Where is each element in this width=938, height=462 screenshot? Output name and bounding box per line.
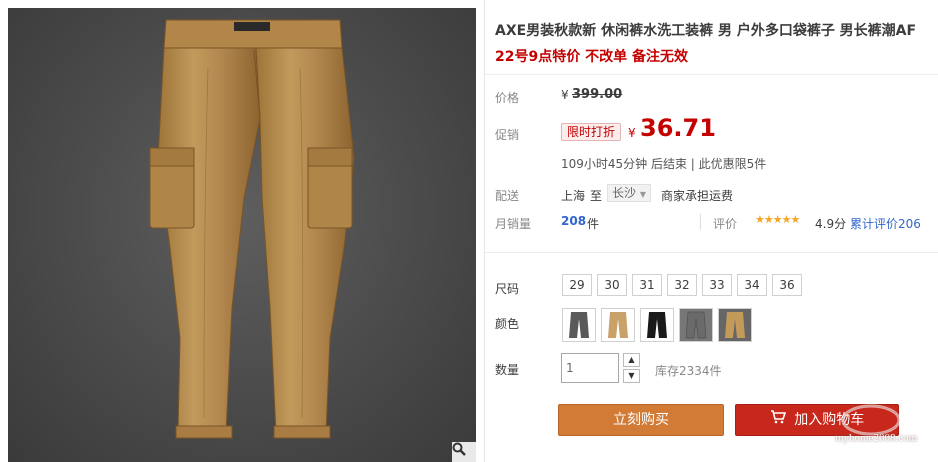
- pants-thumbnail-icon: [569, 312, 589, 338]
- promo-tag: 限时打折: [561, 123, 622, 141]
- destination-value: 长沙: [612, 186, 637, 200]
- price-label: 价格: [495, 91, 520, 105]
- size-option-30[interactable]: 30: [597, 274, 627, 296]
- chevron-down-icon: ▼: [639, 190, 646, 199]
- monthly-sales-count: 208: [561, 214, 587, 228]
- monthly-sales-label: 月销量: [495, 217, 532, 231]
- magnifier-icon: [452, 442, 466, 456]
- quantity-increase-button[interactable]: ▲: [623, 353, 640, 367]
- product-image[interactable]: [8, 8, 476, 462]
- rating-stars-icon: ★★★★★: [755, 213, 800, 226]
- quantity-label: 数量: [495, 363, 520, 377]
- divider: [700, 214, 701, 230]
- color-swatch-black[interactable]: [640, 308, 674, 342]
- add-to-cart-label: 加入购物车: [794, 412, 865, 428]
- watermark-text: myhome2008.com: [835, 432, 918, 444]
- color-swatch-dark-grey[interactable]: [562, 308, 596, 342]
- shipping-note: 商家承担运费: [661, 189, 734, 203]
- shopping-cart-icon: [770, 405, 786, 435]
- rating-score: 4.9分: [815, 217, 847, 231]
- color-swatch-tan[interactable]: [718, 308, 752, 342]
- pants-illustration: [149, 19, 355, 439]
- quantity-input[interactable]: [561, 353, 619, 383]
- pants-thumbnail-icon: [647, 312, 667, 338]
- promo-label: 促销: [495, 128, 520, 142]
- size-option-34[interactable]: 34: [737, 274, 767, 296]
- size-option-29[interactable]: 29: [562, 274, 592, 296]
- chevron-up-icon: ▲: [628, 355, 635, 364]
- shipping-to-word: 至: [590, 189, 603, 203]
- buy-now-button[interactable]: 立刻购买: [558, 404, 724, 436]
- quantity-decrease-button[interactable]: ▼: [623, 369, 640, 383]
- color-swatch-grey[interactable]: [679, 308, 713, 342]
- zoom-button[interactable]: [452, 442, 476, 462]
- pants-thumbnail-icon: [685, 311, 707, 339]
- stock-count: 库存2334件: [655, 364, 722, 378]
- total-reviews-link[interactable]: 累计评价206: [850, 215, 921, 232]
- size-option-36[interactable]: 36: [772, 274, 802, 296]
- destination-select[interactable]: 长沙 ▼: [607, 184, 651, 202]
- color-label: 颜色: [495, 317, 520, 331]
- pants-thumbnail-icon: [725, 312, 745, 338]
- product-title: AXE男装秋款新 休闲裤水洗工装裤 男 户外多口袋裤子 男长裤潮AF: [495, 23, 917, 39]
- section-divider: [485, 252, 938, 253]
- size-option-31[interactable]: 31: [632, 274, 662, 296]
- pants-thumbnail-icon: [608, 312, 628, 338]
- monthly-sales-unit: 件: [587, 217, 600, 231]
- shipping-from: 上海: [561, 189, 586, 203]
- size-option-32[interactable]: 32: [667, 274, 697, 296]
- promo-price: 36.71: [640, 114, 716, 142]
- original-price: 399.00: [572, 87, 623, 102]
- rating-label: 评价: [713, 217, 738, 231]
- color-swatch-khaki[interactable]: [601, 308, 635, 342]
- size-label: 尺码: [495, 282, 520, 296]
- promo-currency: ¥: [628, 126, 636, 140]
- shipping-label: 配送: [495, 189, 520, 203]
- promo-countdown: 109小时45分钟 后结束 | 此优惠限5件: [561, 157, 767, 171]
- size-option-33[interactable]: 33: [702, 274, 732, 296]
- product-subtitle: 22号9点特价 不改单 备注无效: [495, 49, 688, 65]
- original-price-currency: ¥: [561, 88, 569, 102]
- product-detail-panel: AXE男装秋款新 休闲裤水洗工装裤 男 户外多口袋裤子 男长裤潮AF 22号9点…: [484, 0, 938, 462]
- buy-now-label: 立刻购买: [613, 412, 669, 428]
- chevron-down-icon: ▼: [628, 371, 635, 380]
